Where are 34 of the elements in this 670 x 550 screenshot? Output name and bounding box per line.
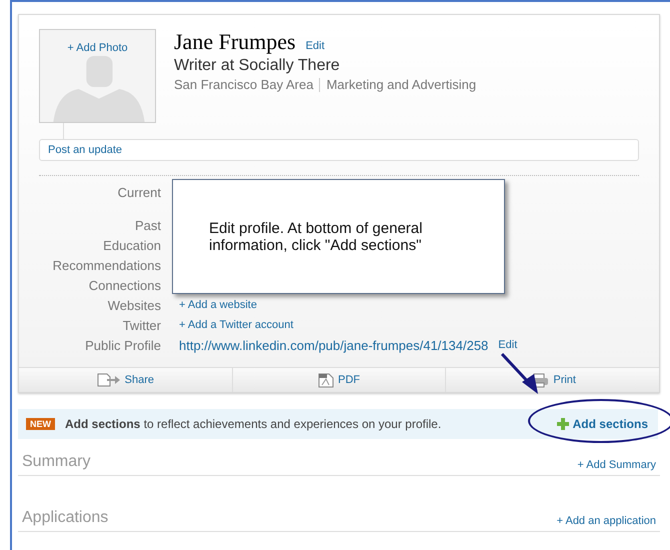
update-field[interactable]: Post an update bbox=[39, 139, 639, 161]
headline: Writer at Socially There bbox=[174, 57, 341, 75]
field-label: Current bbox=[116, 184, 161, 200]
industry: Marketing and Advertising bbox=[326, 77, 476, 92]
action-button[interactable]: Print bbox=[446, 368, 660, 392]
new-badge: NEW bbox=[26, 418, 55, 430]
field-label: Websites bbox=[106, 298, 161, 312]
field-label: Past bbox=[134, 218, 161, 232]
field-link[interactable]: + Add a Twitter account bbox=[179, 319, 294, 331]
profile-name: Jane Frumpes bbox=[174, 29, 296, 55]
section-title: Applications bbox=[22, 509, 108, 527]
field-label: Recommendations bbox=[52, 258, 161, 272]
edit-link[interactable]: Edit bbox=[498, 339, 518, 351]
field-label: Twitter bbox=[122, 318, 161, 332]
callout-text: Edit profile. At bottom of general information, click "Add sections" bbox=[209, 220, 424, 254]
notice-text: Add sections to reflect achievements and experiences on your profile. bbox=[65, 417, 442, 431]
field-link[interactable]: http://www.linkedin.com/pub/jane-frumpes/41/134/258 bbox=[179, 338, 488, 352]
pointer-arrow bbox=[500, 352, 538, 394]
field-label: Education bbox=[102, 238, 161, 252]
field-label: Connections bbox=[88, 278, 161, 292]
document-arrow-icon bbox=[96, 373, 121, 387]
section-title: Summary bbox=[22, 453, 90, 471]
field-link[interactable]: + Add a website bbox=[179, 299, 257, 311]
action-button[interactable]: Share bbox=[19, 368, 233, 392]
add-sections-button[interactable]: Add sections bbox=[556, 417, 648, 431]
add-section-link[interactable]: + Add an application bbox=[556, 515, 656, 527]
location: San Francisco Bay Area bbox=[174, 77, 314, 92]
field-label: Public Profile bbox=[84, 338, 161, 352]
action-button[interactable]: PDF bbox=[232, 368, 446, 392]
plus-icon bbox=[556, 418, 569, 430]
document-icon bbox=[318, 372, 334, 388]
add-section-link[interactable]: + Add Summary bbox=[577, 459, 656, 471]
edit-link[interactable]: Edit bbox=[306, 40, 325, 52]
add-photo-link[interactable]: + Add Photo bbox=[67, 42, 128, 54]
